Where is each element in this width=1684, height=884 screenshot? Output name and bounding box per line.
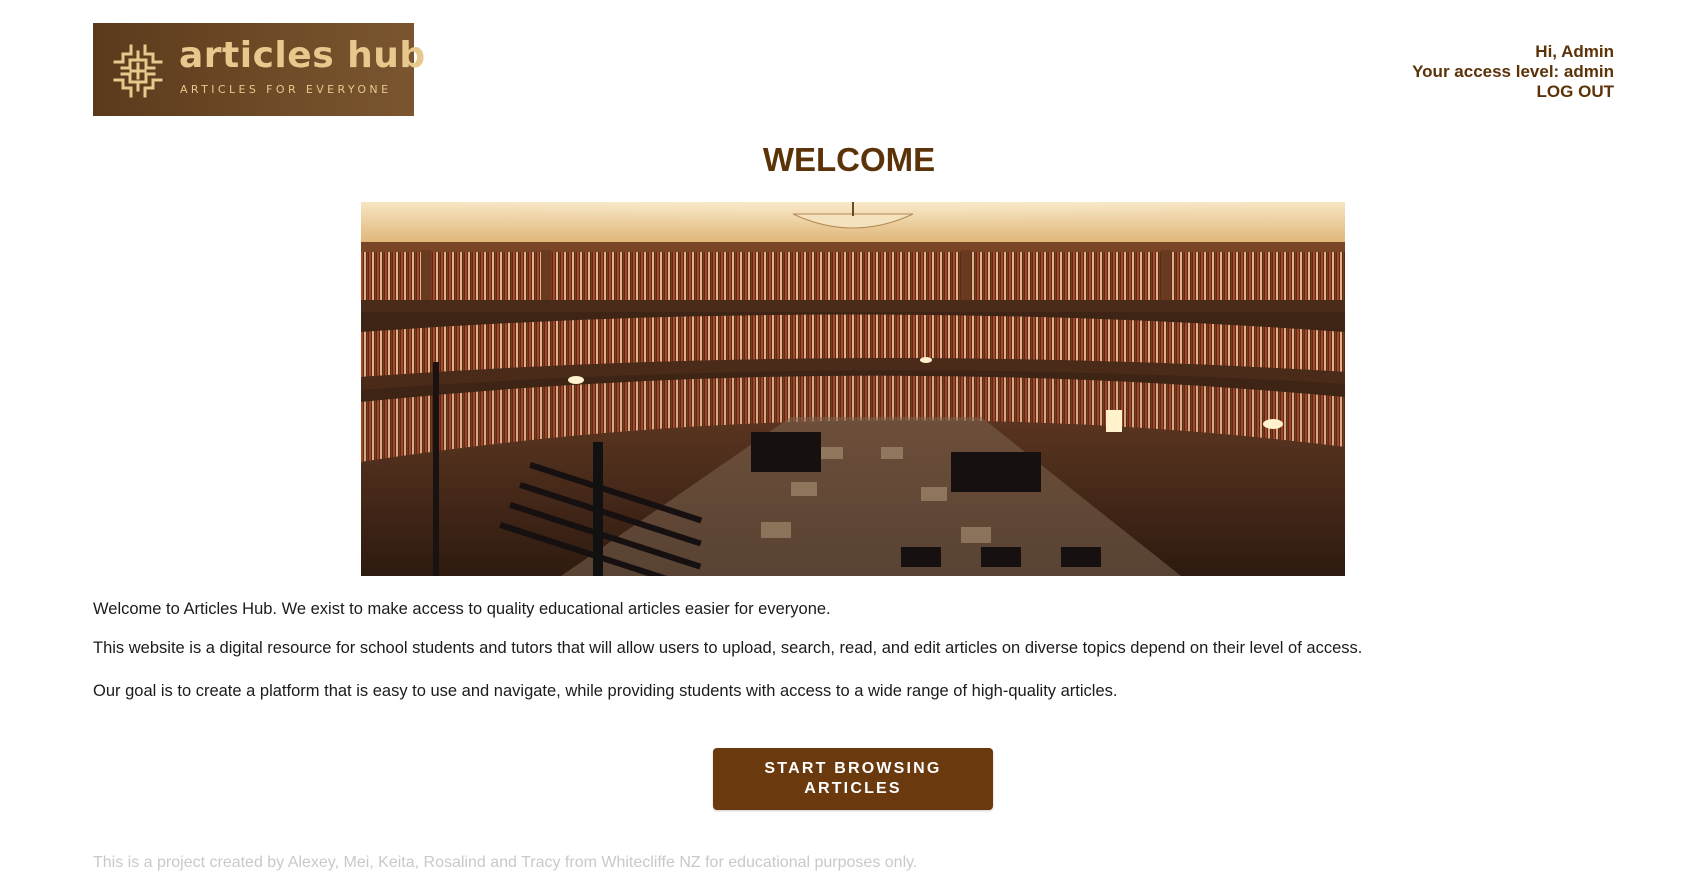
start-browsing-button[interactable]: START BROWSING ARTICLES [713, 748, 993, 810]
start-browsing-label: START BROWSING ARTICLES [764, 760, 942, 797]
intro-paragraph-3: Our goal is to create a platform that is… [93, 682, 1118, 700]
maze-logo-icon [113, 44, 163, 98]
account-panel: Hi, Admin Your access level: admin LOG O… [1412, 42, 1614, 102]
logo-tagline: ARTICLES FOR EVERYONE [180, 83, 392, 96]
intro-paragraph-2: This website is a digital resource for s… [93, 639, 1363, 657]
user-greeting: Hi, Admin [1535, 42, 1614, 61]
page-title: WELCOME [762, 141, 936, 178]
intro-paragraph-1: Welcome to Articles Hub. We exist to mak… [93, 600, 831, 618]
site-logo[interactable]: articles hub ARTICLES FOR EVERYONE [93, 23, 425, 116]
footer-credits: This is a project created by Alexey, Mei… [93, 854, 918, 871]
access-level: Your access level: admin [1412, 62, 1614, 81]
logo-title: articles hub [179, 35, 426, 76]
logout-link[interactable]: LOG OUT [1412, 82, 1614, 102]
library-hero-image [361, 202, 1345, 576]
